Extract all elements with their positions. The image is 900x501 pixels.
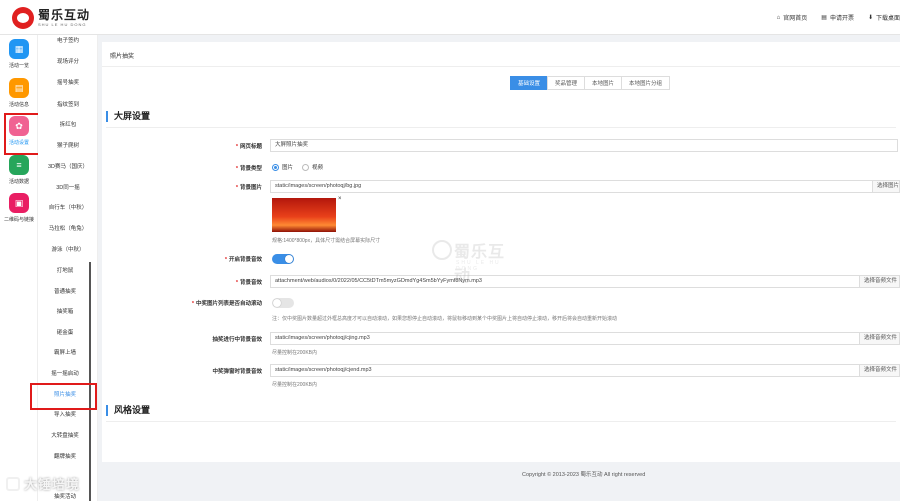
top-bar: 蜀乐互动 SHU LE HU DONG ⌂ 官网首页 ▤ 申请开票 ⬇ 下载桌面 xyxy=(0,0,900,35)
qrcode-icon: ▣ xyxy=(9,193,29,213)
choose-audio-button[interactable]: 选择音频文件 xyxy=(860,275,900,288)
submenu-item[interactable]: 抽奖箱 xyxy=(40,305,90,319)
bg-music-label: * 背景音效 xyxy=(235,280,262,286)
document-icon: ▤ xyxy=(9,78,29,98)
page-title: 照片抽奖 xyxy=(110,54,135,60)
footer-copyright: Copyright © 2013-2023 蜀乐互动 All right res… xyxy=(522,472,646,478)
tab-local-image-groups[interactable]: 本地图片分组 xyxy=(621,76,671,90)
invoice-icon: ▤ xyxy=(821,15,827,21)
gear-icon: ✿ xyxy=(9,116,29,136)
submenu-item[interactable]: 翻牌抽奖 xyxy=(40,450,90,464)
submenu-scrollbar[interactable] xyxy=(89,262,91,501)
divider xyxy=(106,127,896,128)
submenu-item[interactable]: 3D同一摇 xyxy=(38,181,97,195)
download-icon: ⬇ xyxy=(867,15,873,21)
submenu-item[interactable]: 拆红包 xyxy=(38,118,97,132)
radio-checked-icon xyxy=(272,163,279,171)
tab-prize-management[interactable]: 奖品管理 xyxy=(547,76,586,90)
icon-rail: ▦ 活动一览 ▤ 活动信息 ✿ 活动设置 ≡ 活动数据 ▣ 二维码与链接 xyxy=(0,35,38,501)
submenu-item[interactable]: 导入抽奖 xyxy=(40,408,90,422)
watermark-logo-icon xyxy=(432,240,452,260)
drawing-music-label: 抽奖进行中背景音效 xyxy=(212,337,262,343)
tab-basic-settings[interactable]: 基础设置 xyxy=(510,76,549,90)
watermark-icon xyxy=(6,476,20,491)
submenu-item[interactable]: 游泳（中秋） xyxy=(38,243,97,257)
brand-name: 蜀乐互动 xyxy=(38,7,91,22)
winning-music-input[interactable]: static/images/screen/photoqj/cjend.mp3 xyxy=(270,364,860,377)
auto-scroll-label: * 中奖图片列表是否自动滚动 xyxy=(191,301,262,307)
bg-type-label: * 背景类型 xyxy=(235,166,262,172)
drawing-music-hint: 尽量控制在200KB内 xyxy=(272,350,318,356)
submenu-item-photo-lottery[interactable]: 照片抽奖 xyxy=(40,388,90,402)
bg-music-switch[interactable] xyxy=(272,254,294,264)
page-title-input[interactable]: 大屏照片抽奖 xyxy=(270,139,898,152)
winning-music-label: 中奖弹窗时背景音效 xyxy=(212,369,262,375)
page-title-label: * 网页标题 xyxy=(235,144,262,150)
auto-scroll-hint: 注：仅中奖图片数量超过外框总高度才可以自动滚动，如果您想停止自动滚动，将鼠标移动… xyxy=(272,316,618,322)
submenu-item[interactable]: 大转盘抽奖 xyxy=(40,429,90,443)
winning-music-hint: 尽量控制在200KB内 xyxy=(272,382,318,388)
download-link[interactable]: ⬇ 下载桌面 xyxy=(868,13,900,22)
close-icon[interactable]: × xyxy=(338,196,342,202)
submenu: 电子签约 现场评分 摇号抽奖 指纹签到 拆红包 猴子爬树 3D赛马（国庆） 3D… xyxy=(38,35,98,501)
rail-item-activities[interactable]: ▦ 活动一览 xyxy=(3,39,35,75)
database-icon: ≡ xyxy=(9,155,29,175)
section-title-big-screen: 大屏设置 xyxy=(106,111,150,122)
submenu-item[interactable]: 现场评分 xyxy=(38,55,97,69)
divider xyxy=(102,66,900,67)
submenu-item[interactable]: 3D赛马（国庆） xyxy=(38,160,97,174)
corner-watermark: 大锤培境 xyxy=(6,474,80,493)
main-panel: 照片抽奖 基础设置 奖品管理 本地图片 本地图片分组 大屏设置 * 网页标题 大屏… xyxy=(102,42,900,462)
logo-icon xyxy=(12,7,34,29)
home-link[interactable]: ⌂ 官网首页 xyxy=(776,13,808,23)
brand-logo[interactable]: 蜀乐互动 SHU LE HU DONG xyxy=(12,5,90,31)
divider xyxy=(106,421,896,422)
submenu-item[interactable]: 摇号抽奖 xyxy=(38,76,97,90)
rail-item-info[interactable]: ▤ 活动信息 xyxy=(3,78,35,114)
submenu-item[interactable]: 霸屏上墙 xyxy=(40,346,90,360)
brand-name-en: SHU LE HU DONG xyxy=(38,21,87,27)
submenu-item[interactable]: 指纹签到 xyxy=(38,98,97,112)
section-title-style: 风格设置 xyxy=(106,405,150,416)
auto-scroll-switch[interactable] xyxy=(272,298,294,308)
home-icon: ⌂ xyxy=(776,14,781,21)
bg-music-enable-label: * 开启背景音效 xyxy=(224,257,262,263)
choose-image-button[interactable]: 选择图片 xyxy=(873,180,900,193)
drawing-music-input[interactable]: static/images/screen/photoqj/cjing.mp3 xyxy=(270,332,860,345)
submenu-item[interactable]: 自行车（中秋） xyxy=(38,201,97,215)
bg-image-thumbnail xyxy=(272,198,336,232)
submenu-item[interactable]: 马拉松（龟兔） xyxy=(38,222,97,236)
submenu-item[interactable]: 普通抽奖 xyxy=(40,285,90,299)
rail-item-data[interactable]: ≡ 活动数据 xyxy=(3,155,35,191)
choose-audio-button[interactable]: 选择音频文件 xyxy=(860,332,900,345)
submenu-item[interactable]: 电子签约 xyxy=(38,35,97,48)
bg-music-input[interactable]: attachment/web/audios/0/2022/05/CC5tDTm5… xyxy=(270,275,860,288)
bg-image-input[interactable]: static/images/screen/photoqj/bg.jpg xyxy=(270,180,873,193)
submenu-item[interactable]: 砸金蛋 xyxy=(40,326,90,340)
radio-unchecked-icon xyxy=(302,163,309,171)
rail-item-qrcode[interactable]: ▣ 二维码与链接 xyxy=(3,193,35,229)
bg-type-video-radio[interactable]: 视频 xyxy=(302,163,323,171)
choose-audio-button[interactable]: 选择音频文件 xyxy=(860,364,900,377)
submenu-item[interactable]: 猴子爬树 xyxy=(38,139,97,153)
rail-item-settings[interactable]: ✿ 活动设置 xyxy=(3,116,35,152)
grid-icon: ▦ xyxy=(9,39,29,59)
overlay-watermark: 蜀乐互动 SHU LE HU DONG xyxy=(432,236,512,285)
submenu-item[interactable]: 打地鼠 xyxy=(40,264,90,278)
submenu-item[interactable]: 摇一摇启动 xyxy=(40,367,90,381)
tab-bar: 基础设置 奖品管理 本地图片 本地图片分组 xyxy=(510,76,671,90)
bg-image-hint: 规格:1400*800px，具体尺寸需结合屏幕实际尺寸 xyxy=(272,238,381,244)
bg-image-label: * 背景图片 xyxy=(235,185,262,191)
tab-local-images[interactable]: 本地图片 xyxy=(584,76,623,90)
bg-type-image-radio[interactable]: 图片 xyxy=(272,163,293,171)
invoice-link[interactable]: ▤ 申请开票 xyxy=(821,13,854,22)
